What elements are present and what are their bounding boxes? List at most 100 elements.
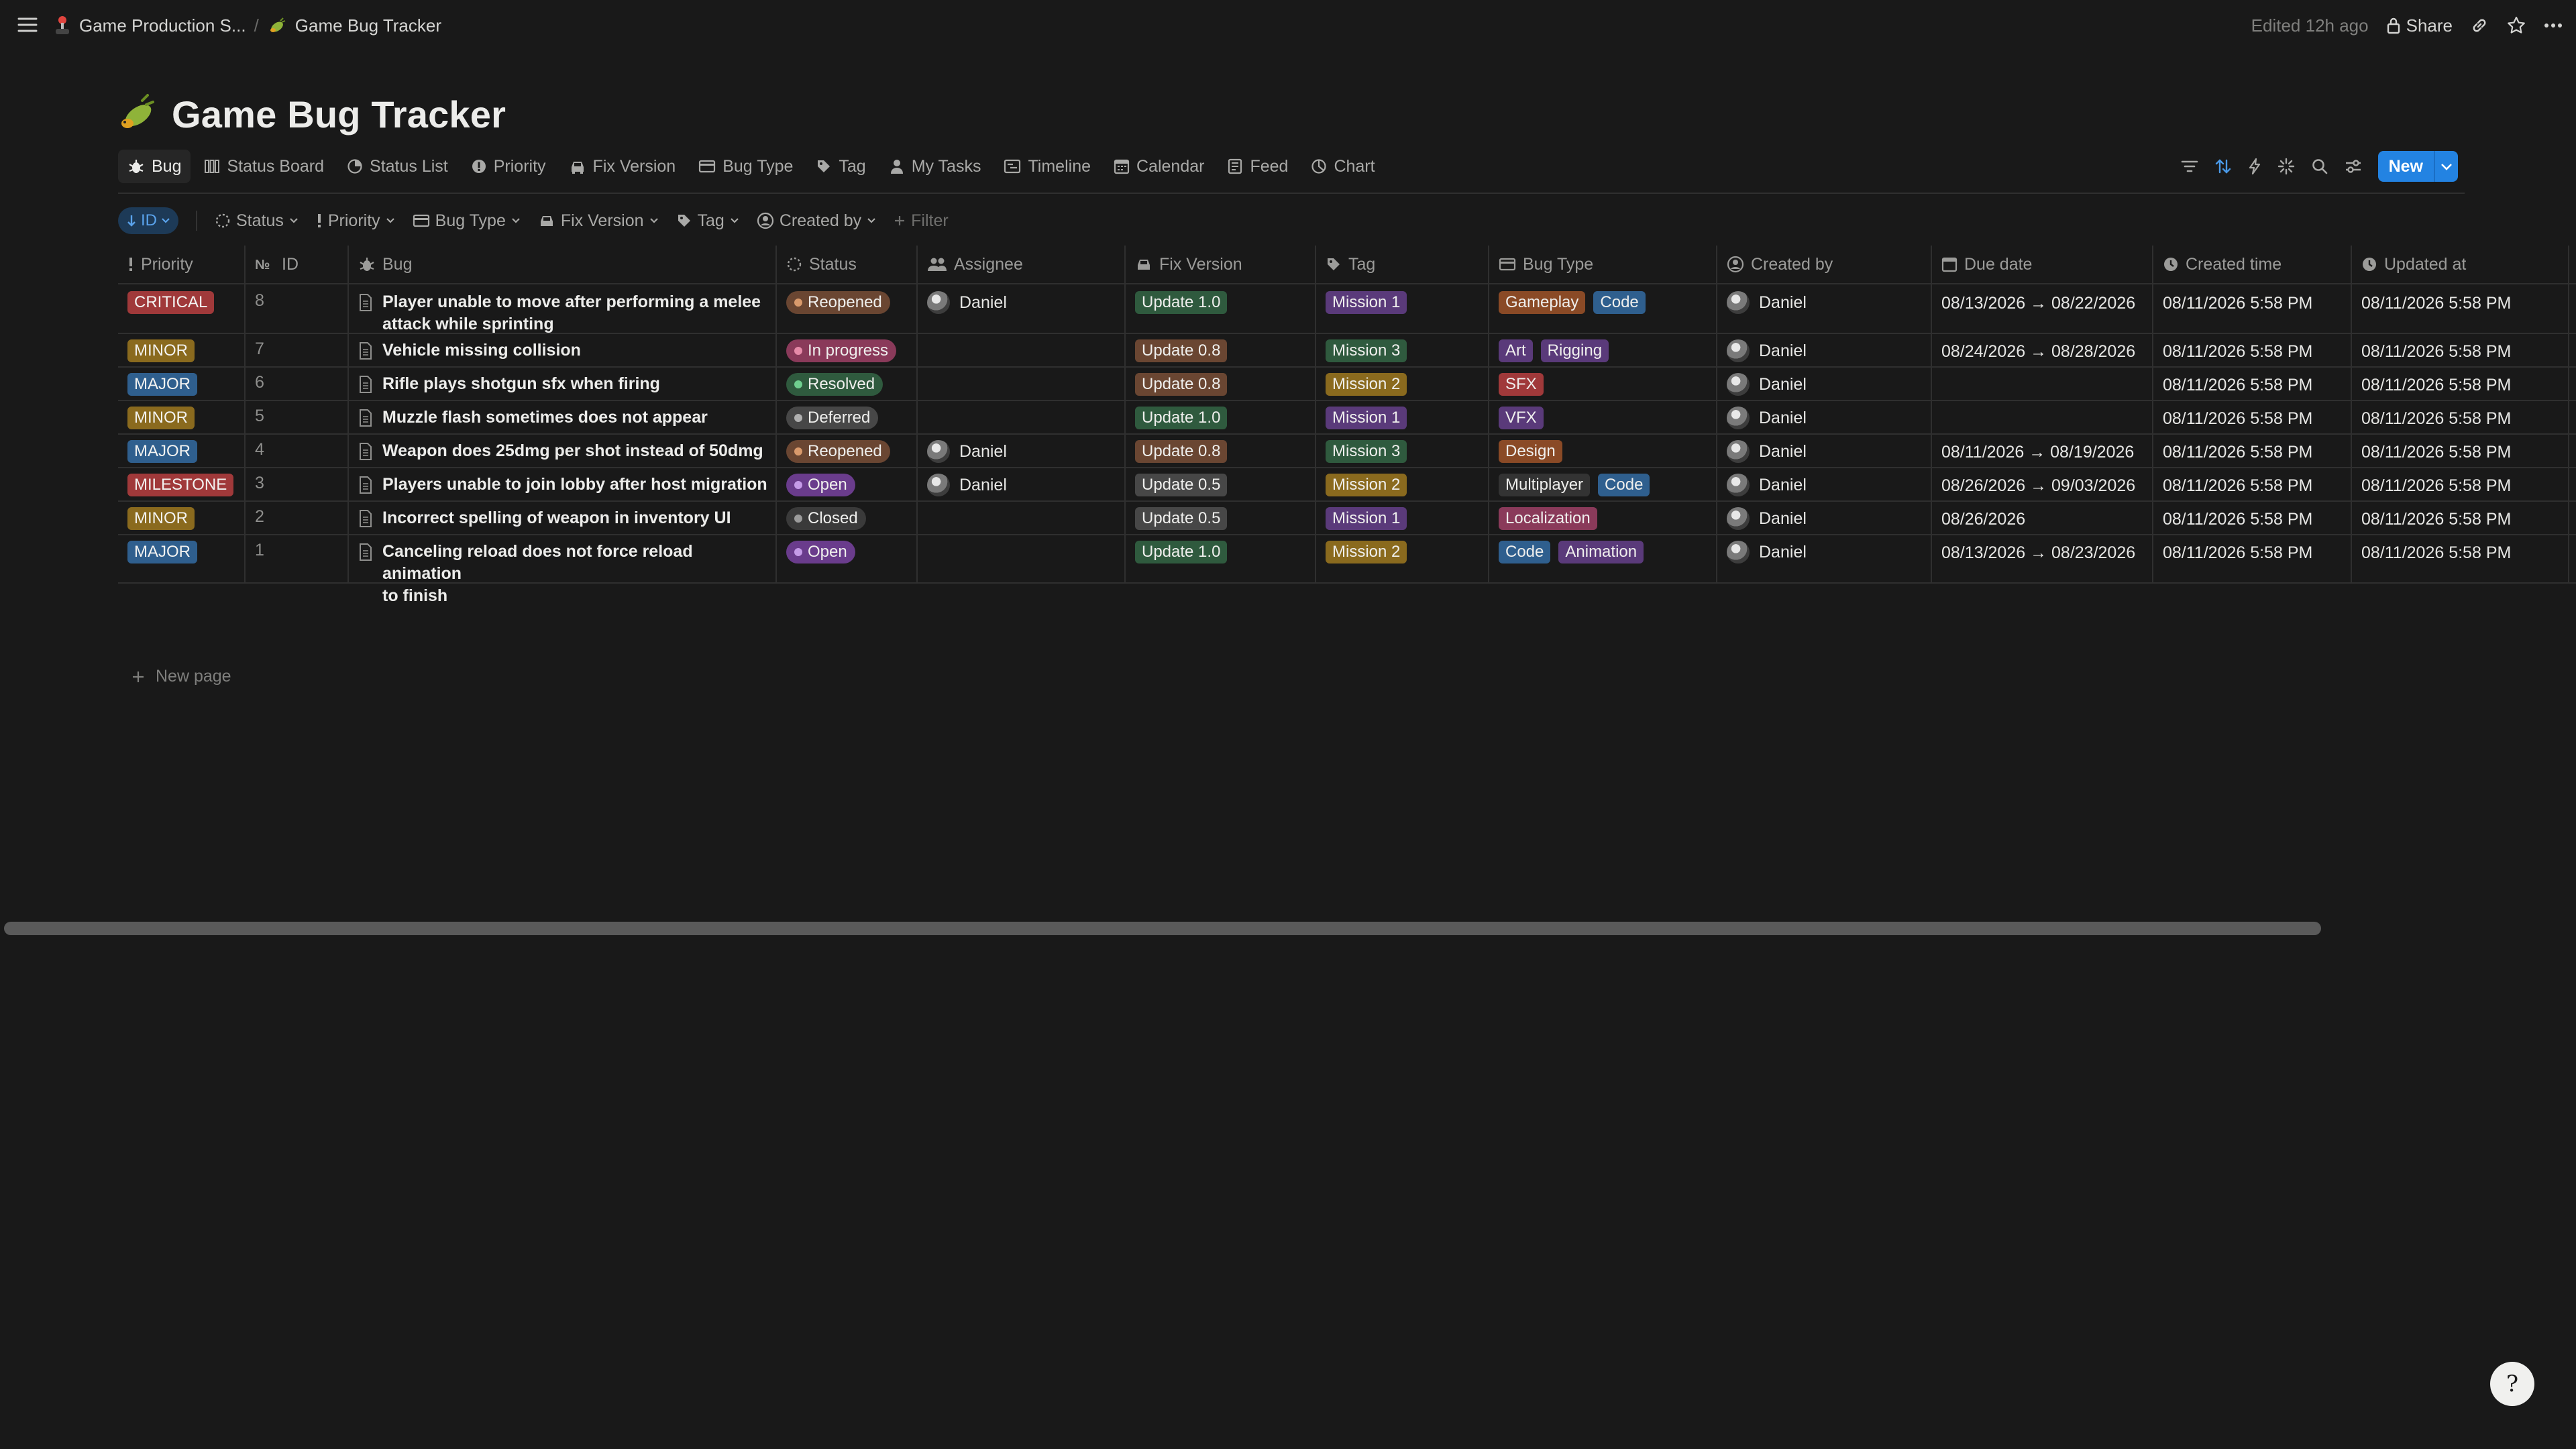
assignee-cell[interactable] [918,366,1126,400]
link-icon[interactable] [2470,16,2489,35]
table-row[interactable]: MILESTONE 3 Players unable to join lobby a… [118,467,2576,502]
tab-feed[interactable]: Feed [1218,150,1297,183]
tag-cell[interactable]: Mission 2 [1316,366,1489,400]
search-icon[interactable] [2311,158,2328,175]
tab-timeline[interactable]: Timeline [994,150,1100,183]
bug-title-cell[interactable]: Weapon does 25dmg per shot instead of 50… [349,433,777,467]
column-header-created-by[interactable]: Created by [1717,246,1932,283]
priority-cell[interactable]: MAJOR [118,433,246,467]
column-header-due-date[interactable]: Due date [1932,246,2153,283]
assignee-cell[interactable]: Daniel [918,284,1126,333]
bug-title-cell[interactable]: Incorrect spelling of weapon in inventor… [349,500,777,534]
tag-cell[interactable]: Mission 2 [1316,467,1489,500]
bug-title-cell[interactable]: Canceling reload does not force reload a… [349,534,777,605]
status-cell[interactable]: Open [777,467,918,500]
tag-cell[interactable]: Mission 2 [1316,534,1489,582]
add-filter-button[interactable]: Filter [894,211,949,231]
table-row[interactable]: MAJOR 1 Canceling reload does not force re… [118,534,2576,605]
column-header-assignee[interactable]: Assignee [918,246,1126,283]
due-date-cell[interactable] [1932,400,2153,433]
priority-cell[interactable]: CRITICAL [118,284,246,333]
tag-cell[interactable]: Mission 3 [1316,433,1489,467]
new-button[interactable]: New [2377,151,2458,182]
assignee-cell[interactable] [918,534,1126,582]
filter-priority[interactable]: Priority [316,211,395,231]
new-page-button[interactable]: New page [131,667,231,686]
filter-created-by[interactable]: Created by [757,211,876,231]
column-header-fix-version[interactable]: Fix Version [1126,246,1316,283]
fix-version-cell[interactable]: Update 1.0 [1126,284,1316,333]
fix-version-cell[interactable]: Update 0.8 [1126,366,1316,400]
column-header-id[interactable]: № ID [246,246,349,283]
priority-cell[interactable]: MILESTONE [118,467,246,500]
fix-version-cell[interactable]: Update 0.5 [1126,467,1316,500]
created-time-cell[interactable]: 08/11/2026 5:58 PM [2153,500,2352,534]
created-by-cell[interactable]: Daniel [1717,433,1932,467]
column-header-tag[interactable]: Tag [1316,246,1489,283]
updated-at-cell[interactable]: 08/11/2026 5:58 PM [2352,500,2569,534]
tab-my-tasks[interactable]: My Tasks [879,150,991,183]
status-cell[interactable]: In progress [777,333,918,366]
bug-title-cell[interactable]: Vehicle missing collision [349,333,777,366]
filter-fix-version[interactable]: Fix Version [538,211,659,231]
id-cell[interactable]: 7 [246,333,349,366]
id-cell[interactable]: 6 [246,366,349,400]
tab-chart[interactable]: Chart [1301,150,1384,183]
table-row[interactable]: MAJOR 6 Rifle plays shotgun sfx when firin… [118,366,2576,401]
priority-cell[interactable]: MAJOR [118,534,246,582]
created-by-cell[interactable]: Daniel [1717,366,1932,400]
due-date-cell[interactable]: 08/26/2026 → 09/03/2026 [1932,467,2153,500]
table-row[interactable]: MINOR 5 Muzzle flash sometimes does not ap… [118,400,2576,435]
bug-title-cell[interactable]: Player unable to move after performing a… [349,284,777,333]
table-row[interactable]: MINOR 2 Incorrect spelling of weapon in in… [118,500,2576,535]
tab-calendar[interactable]: Calendar [1104,150,1214,183]
star-icon[interactable] [2506,15,2526,36]
breadcrumb-page[interactable]: Game Bug Tracker [295,15,441,36]
created-by-cell[interactable]: Daniel [1717,400,1932,433]
due-date-cell[interactable]: 08/13/2026 → 08/22/2026 [1932,284,2153,333]
created-by-cell[interactable]: Daniel [1717,500,1932,534]
fix-version-cell[interactable]: Update 0.8 [1126,433,1316,467]
bug-type-cell[interactable]: Art Rigging [1489,333,1717,366]
lightning-icon[interactable] [2248,158,2261,175]
filter-status[interactable]: Status [215,211,299,231]
help-button[interactable]: ? [2490,1362,2534,1406]
due-date-cell[interactable]: 08/24/2026 → 08/28/2026 [1932,333,2153,366]
id-cell[interactable]: 5 [246,400,349,433]
assignee-cell[interactable]: Daniel [918,433,1126,467]
bug-type-cell[interactable]: SFX [1489,366,1717,400]
updated-at-cell[interactable]: 08/11/2026 5:58 PM [2352,534,2569,582]
status-cell[interactable]: Resolved [777,366,918,400]
updated-at-cell[interactable]: 08/11/2026 5:58 PM [2352,366,2569,400]
status-cell[interactable]: Deferred [777,400,918,433]
priority-cell[interactable]: MINOR [118,500,246,534]
due-date-cell[interactable] [1932,366,2153,400]
tag-cell[interactable]: Mission 3 [1316,333,1489,366]
bug-title-cell[interactable]: Players unable to join lobby after host … [349,467,777,500]
due-date-cell[interactable]: 08/11/2026 → 08/19/2026 [1932,433,2153,467]
tab-fix-version[interactable]: Fix Version [559,150,686,183]
id-cell[interactable]: 8 [246,284,349,333]
updated-at-cell[interactable]: 08/11/2026 5:58 PM [2352,433,2569,467]
tag-cell[interactable]: Mission 1 [1316,500,1489,534]
assignee-cell[interactable] [918,400,1126,433]
id-cell[interactable]: 3 [246,467,349,500]
updated-at-cell[interactable]: 08/11/2026 5:58 PM [2352,333,2569,366]
bug-emoji-icon[interactable] [115,93,158,136]
fix-version-cell[interactable]: Update 1.0 [1126,534,1316,582]
sort-icon[interactable] [2214,158,2232,175]
tab-status-list[interactable]: Status List [337,150,458,183]
horizontal-scrollbar[interactable] [4,922,2321,935]
created-time-cell[interactable]: 08/11/2026 5:58 PM [2153,284,2352,333]
fix-version-cell[interactable]: Update 0.5 [1126,500,1316,534]
id-cell[interactable]: 1 [246,534,349,582]
tab-bug[interactable]: Bug [118,150,191,183]
fix-version-cell[interactable]: Update 1.0 [1126,400,1316,433]
column-header-priority[interactable]: Priority [118,246,246,283]
assignee-cell[interactable] [918,500,1126,534]
created-by-cell[interactable]: Daniel [1717,284,1932,333]
priority-cell[interactable]: MINOR [118,333,246,366]
updated-at-cell[interactable]: 08/11/2026 5:58 PM [2352,400,2569,433]
created-time-cell[interactable]: 08/11/2026 5:58 PM [2153,534,2352,582]
created-by-cell[interactable]: Daniel [1717,534,1932,582]
